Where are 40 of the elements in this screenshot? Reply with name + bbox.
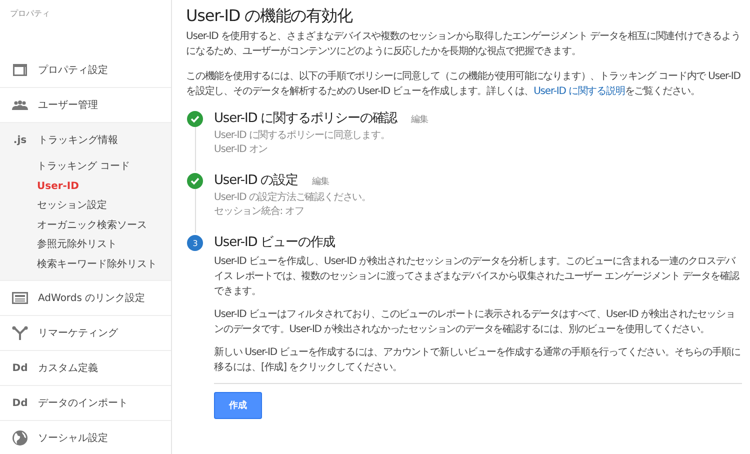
sidebar-subitem[interactable]: オーガニック検索ソース (0, 216, 171, 235)
sidebar-header: プロパティ (9, 8, 51, 20)
banner-icon (12, 291, 28, 305)
intro-text: User-ID を使用すると、さまざまなデバイスや複数のセッションから取得したエンゲージメント データを相互に関連付けできるようになるため、ユーザーがコンテンツにどのように反応したかを長期的な視点で把握できます。 (186, 30, 742, 59)
sidebar-subitem[interactable]: 参照元除外リスト (0, 235, 171, 254)
step-paragraph: 新しい User-ID ビューを作成するには、アカウントで新しいビューを作成する通常の手順を行ってください。そちらの手順に移るには、[作成] をクリックしてください。 (214, 346, 742, 375)
step-title: User-ID ビューの作成 (214, 234, 336, 251)
step-title: User-ID に関するポリシーの確認 (214, 110, 398, 127)
page-title: User-ID の機能の有効化 (186, 6, 354, 27)
sidebar-subitem[interactable]: セッション設定 (0, 196, 171, 216)
step-paragraph: User-ID ビューを作成し、User-ID が検出されたセッションのデータを分析します。このビューに含まれる一連のクロスデバイス レポートでは、複数のセッションに渡ってさまざまなデバイスから収集されたユーザー エンゲージメント データを確認できます。 (214, 254, 740, 299)
step-title: User-ID の設定 (214, 172, 298, 189)
layout-icon (12, 63, 28, 77)
instructions-text: この機能を使用するには、以下の手順でポリシーに同意して（この機能が使用可能になります）、トラッキング コード内で User-ID を設定し、そのデータを解析するための User-ID ビューを作成します。詳しくは、User-ID に関する説明をご覧ください。 (186, 70, 742, 99)
help-link[interactable]: User-ID に関する説明 (534, 86, 625, 97)
step-detail: User-ID の設定方法ご確認ください。 (214, 191, 372, 205)
fork-icon (12, 326, 28, 340)
users-icon (12, 98, 28, 112)
step-detail: User-ID オン (214, 143, 269, 157)
edit-link[interactable]: 編集 (312, 175, 329, 188)
sidebar-item[interactable]: ユーザー管理 (0, 88, 171, 122)
sidebar-item[interactable]: AdWords のリンク設定 (0, 281, 171, 315)
sidebar-item[interactable]: プロパティ設定 (0, 53, 171, 87)
sidebar-subitem[interactable]: 検索キーワード除外リスト (0, 254, 171, 274)
sidebar-item[interactable]: ソーシャル設定 (0, 421, 171, 454)
sidebar-subitem[interactable]: トラッキング コード (0, 157, 171, 176)
step-number: 3 (187, 235, 203, 251)
glyph-icon: Dd (12, 398, 28, 408)
sidebar-item[interactable]: リマーケティング (0, 316, 171, 350)
sidebar-item[interactable]: Dd データのインポート (0, 386, 171, 420)
glyph-icon: .js (12, 134, 28, 146)
glyph-icon: Dd (12, 362, 28, 374)
step-paragraph: User-ID ビューはフィルタされており、このビューのレポートに表示されるデータはすべて、User-ID が検出されたセッションのデータです。User-ID が検出されなかったセッションのデータを確認するには、別のビューを使用してください。 (214, 308, 736, 337)
sidebar-item[interactable]: .js トラッキング情報 (0, 123, 171, 157)
edit-link[interactable]: 編集 (411, 113, 428, 126)
step-detail: User-ID に関するポリシーに同意します。 (214, 129, 391, 143)
sidebar-item[interactable]: Dd カスタム定義 (0, 351, 171, 385)
sidebar-subitem[interactable]: User-ID (0, 176, 171, 196)
globe-icon (12, 430, 28, 446)
step-detail: セッション統合: オフ (214, 205, 305, 219)
